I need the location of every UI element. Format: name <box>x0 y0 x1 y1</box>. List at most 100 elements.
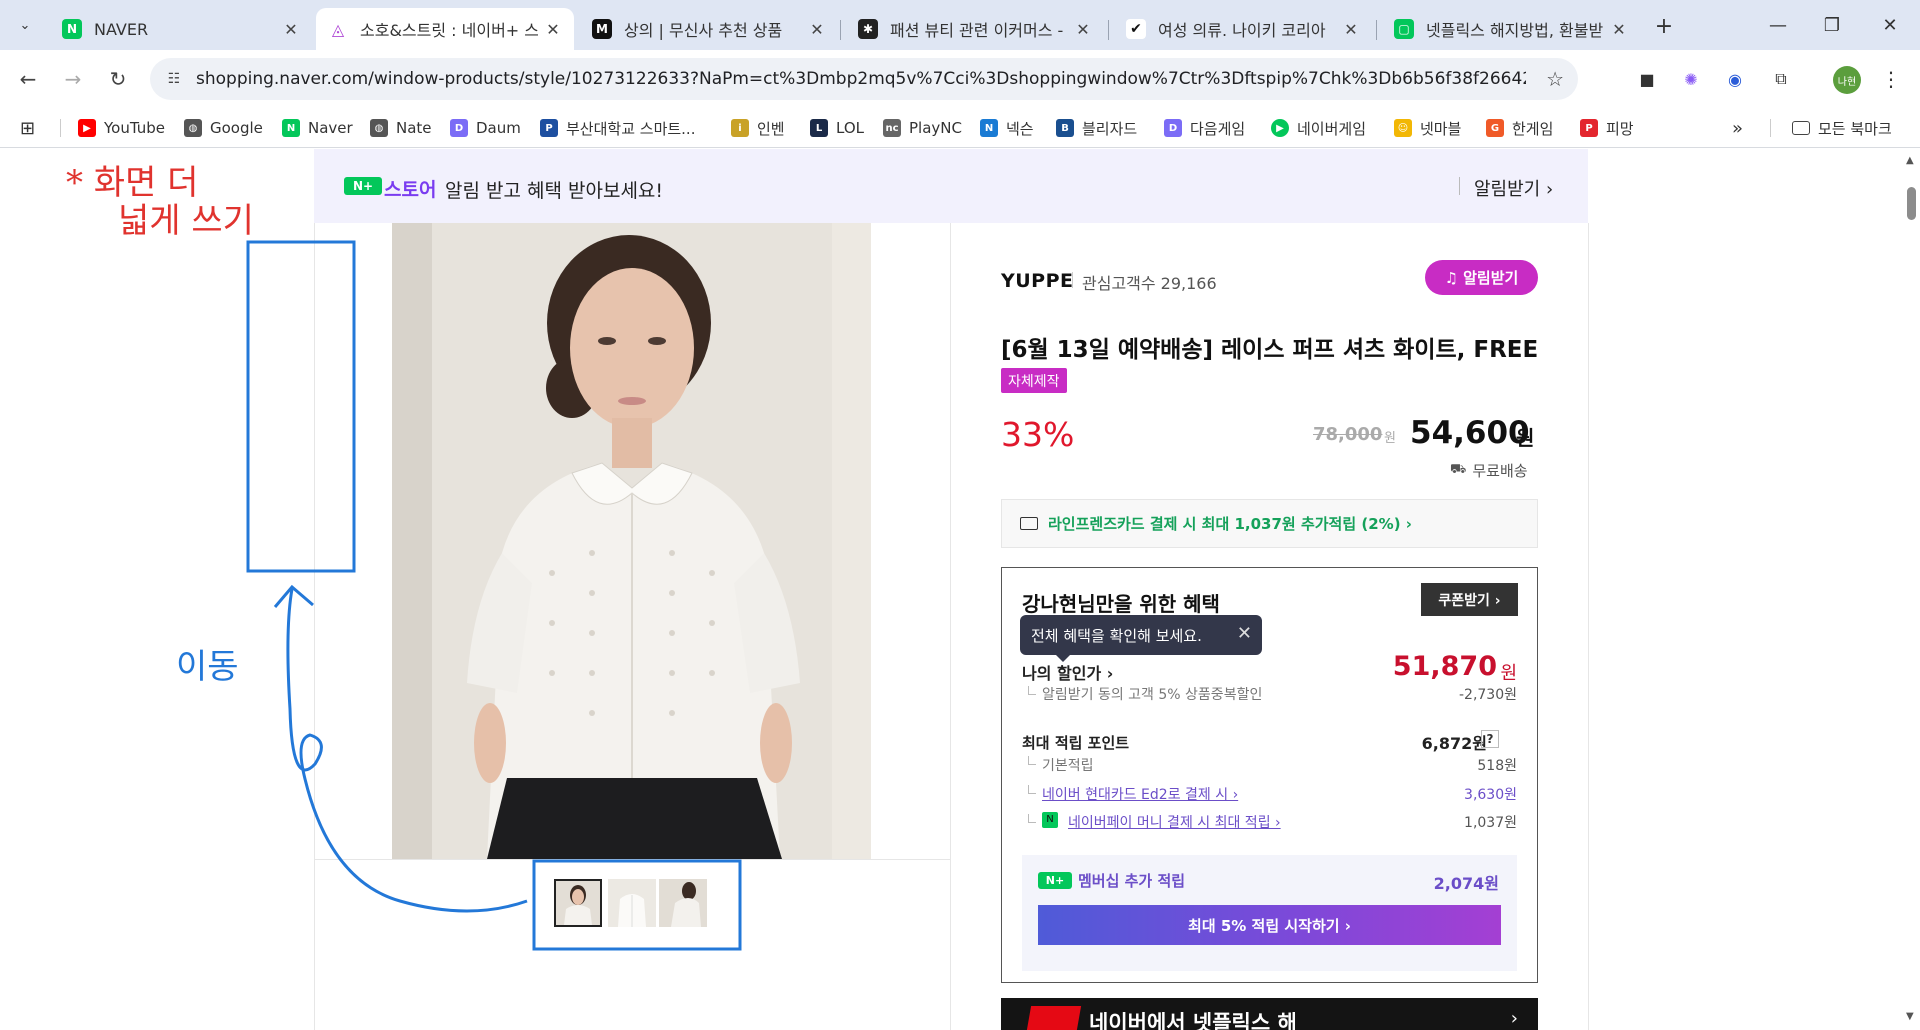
product-thumbnail[interactable] <box>659 879 707 927</box>
blog-favicon-icon: ▢ <box>1394 19 1414 39</box>
bookmark-naver-game[interactable]: ▶ 네이버게임 <box>1271 116 1366 140</box>
all-bookmarks-folder[interactable]: 모든 북마크 <box>1792 116 1892 140</box>
hyundai-card-link[interactable]: 네이버 현대카드 Ed2로 결제 시 › <box>1042 784 1238 804</box>
tab-fashion-ecommerce[interactable]: ✱ 패션 뷰티 관련 이커머스 - ✕ <box>846 8 1104 50</box>
bookmark-label: Daum <box>476 119 521 137</box>
reload-button[interactable]: ↻ <box>103 64 133 94</box>
netflix-logo-icon <box>1026 1006 1082 1030</box>
puzzle-extensions-icon[interactable]: ⧉ <box>1768 66 1794 92</box>
back-button[interactable]: ← <box>13 64 43 94</box>
bookmark-daum[interactable]: D Daum <box>450 116 521 140</box>
store-notify-banner: N+ 스토어 알림 받고 혜택 받아보세요! 알림받기 › <box>314 149 1588 223</box>
scroll-down-icon[interactable]: ▼ <box>1906 1011 1914 1022</box>
original-price-unit: 원 <box>1384 431 1396 446</box>
bookmark-pusan-univ[interactable]: P 부산대학교 스마트... <box>540 116 695 140</box>
naver-icon: N <box>282 119 300 137</box>
bookmark-label: 인벤 <box>757 119 785 138</box>
coupon-button[interactable]: 쿠폰받기 › <box>1421 583 1518 616</box>
bookmark-label: YouTube <box>104 119 165 137</box>
url-text[interactable]: shopping.naver.com/window-products/style… <box>196 69 1526 89</box>
product-thumbnail[interactable] <box>554 879 602 927</box>
max-points-value: 6,872원 <box>1421 734 1487 753</box>
bookmark-hangame[interactable]: G 한게임 <box>1486 116 1553 140</box>
close-icon[interactable]: ✕ <box>1610 20 1628 39</box>
tab-musinsa[interactable]: M 상의 | 무신사 추천 상품 ✕ <box>580 8 838 50</box>
page-scrollbar[interactable]: ▲ ▼ <box>1902 149 1920 1030</box>
original-price: 78,000 <box>1313 424 1383 445</box>
bookmark-label: Google <box>210 119 263 137</box>
bookmark-star-icon[interactable]: ☆ <box>1546 67 1564 91</box>
new-tab-button[interactable]: + <box>1650 12 1678 40</box>
tab-soho-street[interactable]: ◬ 소호&스트릿 : 네이버+ 스 ✕ <box>316 8 574 50</box>
netmarble-icon: ☺ <box>1394 119 1412 137</box>
close-icon[interactable]: ✕ <box>808 20 826 39</box>
tab-title: 상의 | 무신사 추천 상품 <box>624 21 783 40</box>
close-icon[interactable]: ✕ <box>282 20 300 39</box>
close-icon[interactable]: ✕ <box>1237 623 1252 644</box>
address-bar[interactable]: ☷ shopping.naver.com/window-products/sty… <box>150 58 1578 100</box>
help-icon[interactable]: ? <box>1481 730 1499 748</box>
product-main-image[interactable] <box>392 223 871 859</box>
youtube-icon: ▶ <box>78 119 96 137</box>
netflix-promo-banner[interactable]: 네이버에서 넷플릭스 해 › <box>1001 998 1538 1030</box>
bookmark-naver[interactable]: N Naver <box>282 116 353 140</box>
close-icon[interactable]: ✕ <box>544 20 562 39</box>
bookmark-netmarble[interactable]: ☺ 넷마블 <box>1394 116 1461 140</box>
profile-avatar[interactable]: 나현 <box>1833 66 1861 94</box>
blizzard-icon: B <box>1056 119 1074 137</box>
naver-pay-link[interactable]: 네이버페이 머니 결제 시 최대 적립 › <box>1068 812 1281 832</box>
bookmark-daum-game[interactable]: D 다음게임 <box>1164 116 1245 140</box>
apps-grid-icon[interactable]: ⊞ <box>20 116 35 140</box>
my-discount-label[interactable]: 나의 할인가 › <box>1022 660 1113 684</box>
brand-name[interactable]: YUPPE <box>1001 270 1074 292</box>
bookmark-nate[interactable]: ◍ Nate <box>370 116 432 140</box>
card-offer-banner[interactable]: 라인프렌즈카드 결제 시 최대 1,037원 추가적립 (2%) › <box>1001 499 1538 548</box>
window-close-button[interactable]: ✕ <box>1870 10 1910 40</box>
product-thumbnail[interactable] <box>608 879 656 927</box>
bookmark-label: Nate <box>396 119 432 137</box>
product-title: [6월 13일 예약배송] 레이스 퍼프 셔츠 화이트, FREE <box>1001 337 1539 363</box>
max-points-label: 최대 적립 포인트 <box>1022 734 1130 752</box>
arrow-right-icon: → <box>64 67 82 91</box>
camera-extension-icon[interactable]: ■ <box>1634 66 1660 92</box>
bookmarks-overflow-button[interactable]: » <box>1732 116 1743 140</box>
tab-naver[interactable]: N NAVER ✕ <box>50 8 312 50</box>
site-settings-icon[interactable]: ☷ <box>164 69 184 89</box>
scroll-thumb[interactable] <box>1907 187 1916 220</box>
forward-button[interactable]: → <box>58 64 88 94</box>
banner-notify-link[interactable]: 알림받기 › <box>1474 175 1553 201</box>
shipping-label: 무료배송 <box>1472 462 1528 480</box>
my-discount-price: 51,870 <box>1392 651 1497 682</box>
gear-extension-icon[interactable]: ✺ <box>1678 66 1704 92</box>
bookmark-blizzard[interactable]: B 블리자드 <box>1056 116 1137 140</box>
membership-start-button[interactable]: 최대 5% 적립 시작하기 › <box>1038 905 1501 945</box>
scroll-up-icon[interactable]: ▲ <box>1906 155 1914 166</box>
close-icon[interactable]: ✕ <box>1342 20 1360 39</box>
membership-label: 멤버십 추가 적립 <box>1078 872 1186 890</box>
tab-netflix-cancel[interactable]: ▢ 넷플릭스 해지방법, 환불받 ✕ <box>1382 8 1640 50</box>
bookmark-pmang[interactable]: P 피망 <box>1580 116 1634 140</box>
tab-title: NAVER <box>94 19 149 39</box>
discount-rate: 33% <box>1001 415 1075 454</box>
tab-nike[interactable]: ✔ 여성 의류. 나이키 코리아 ✕ <box>1114 8 1372 50</box>
bookmark-label: 블리자드 <box>1082 119 1138 138</box>
tab-title: 패션 뷰티 관련 이커머스 - <box>890 21 1064 40</box>
sale-price: 54,600 <box>1410 415 1530 451</box>
netflix-promo-text: 네이버에서 넷플릭스 해 <box>1089 1011 1297 1030</box>
tab-title: 소호&스트릿 : 네이버+ 스 <box>360 21 538 40</box>
close-icon[interactable]: ✕ <box>1074 20 1092 39</box>
bookmark-inven[interactable]: i 인벤 <box>731 116 785 140</box>
bookmark-plaync[interactable]: nc PlayNC <box>883 116 962 140</box>
bookmark-nexon[interactable]: N 넥슨 <box>980 116 1034 140</box>
broadcast-extension-icon[interactable]: ◉ <box>1722 66 1748 92</box>
tab-search-button[interactable]: ⌄ <box>10 10 40 40</box>
restore-button[interactable]: ❐ <box>1812 10 1852 40</box>
notify-button[interactable]: ♫ 알림받기 <box>1425 260 1538 295</box>
tooltip-text: 전체 혜택을 확인해 보세요. <box>1031 626 1202 645</box>
chevron-right-icon: › <box>1510 1008 1518 1029</box>
minimize-button[interactable]: — <box>1758 10 1798 40</box>
more-menu-icon[interactable]: ⋮ <box>1878 66 1904 92</box>
bookmark-youtube[interactable]: ▶ YouTube <box>78 116 165 140</box>
bookmark-lol[interactable]: L LOL <box>810 116 864 140</box>
bookmark-google[interactable]: ◍ Google <box>184 116 263 140</box>
